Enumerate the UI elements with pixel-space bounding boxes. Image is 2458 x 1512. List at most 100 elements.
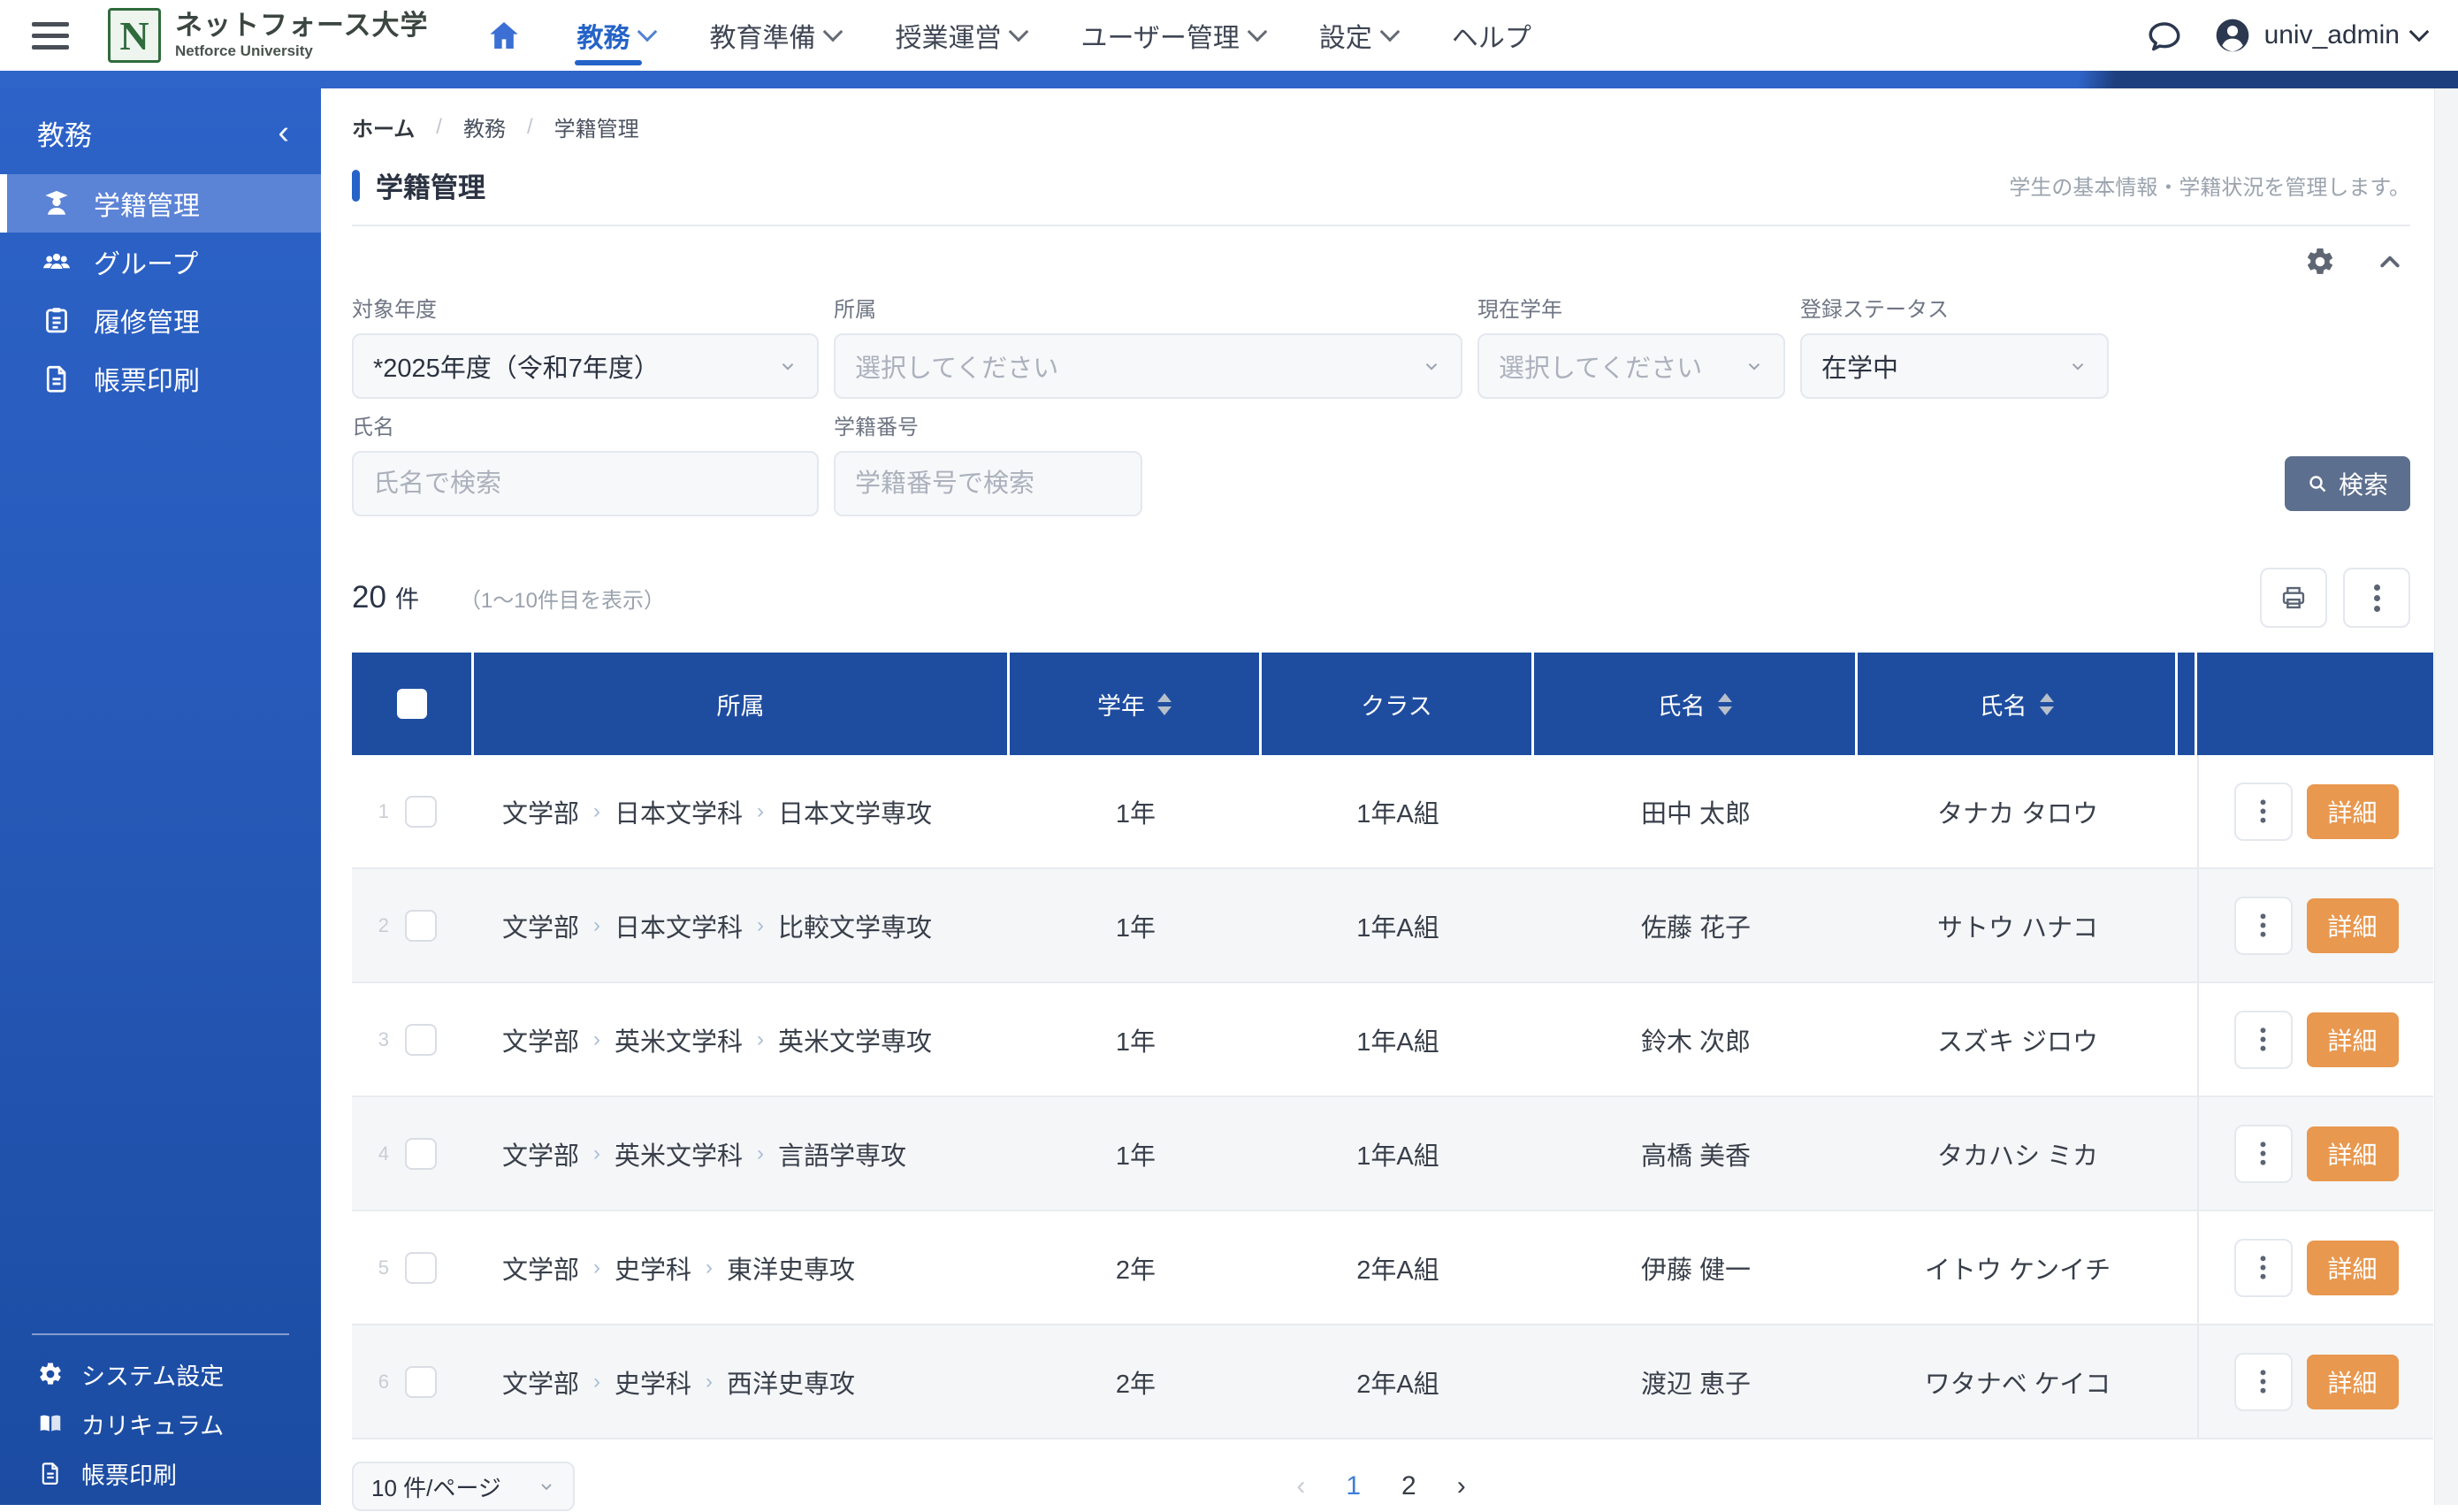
result-range-note: （1〜10件目を表示）	[460, 583, 665, 614]
sidebar-collapse-icon[interactable]: ‹	[278, 119, 289, 146]
detail-button[interactable]: 詳細	[2307, 784, 2399, 839]
status-select[interactable]: 在学中	[1800, 333, 2109, 399]
cell-name: 渡辺 恵子	[1534, 1325, 1858, 1438]
row-more-button[interactable]	[2234, 897, 2293, 955]
filter-label-year: 対象年度	[352, 292, 819, 323]
user-avatar-icon	[2213, 16, 2252, 55]
row-checkbox[interactable]	[405, 1138, 437, 1170]
row-number: 6	[359, 1371, 389, 1394]
filter-label-grade: 現在学年	[1477, 292, 1785, 323]
filter-label-affiliation: 所属	[834, 292, 1462, 323]
nav-item-user-kanri[interactable]: ユーザー管理	[1080, 0, 1263, 71]
sidebar-item-risyu-kanri[interactable]: 履修管理	[0, 291, 321, 349]
row-checkbox[interactable]	[405, 1252, 437, 1284]
year-select[interactable]: *2025年度（令和7年度）	[352, 333, 819, 399]
sidebar-item-chohyo-insatsu[interactable]: 帳票印刷	[0, 349, 321, 408]
row-more-button[interactable]	[2234, 783, 2293, 841]
cell-grade: 2年	[1010, 1325, 1262, 1438]
nav-item-kyoiku-junbi[interactable]: 教育準備	[709, 0, 840, 71]
cell-class: 1年A組	[1262, 869, 1534, 981]
grade-select[interactable]: 選択してください	[1477, 333, 1785, 399]
chevron-down-icon	[823, 22, 844, 42]
affiliation-separator: ›	[593, 913, 600, 938]
cell-name: 鈴木 次郎	[1534, 983, 1858, 1096]
row-checkbox[interactable]	[405, 1024, 437, 1056]
filter-settings-button[interactable]	[2304, 246, 2336, 278]
row-number: 4	[359, 1142, 389, 1165]
name-search-input[interactable]	[352, 451, 819, 516]
chevron-down-icon	[2409, 22, 2430, 42]
row-more-button[interactable]	[2234, 1011, 2293, 1069]
chat-icon[interactable]	[2146, 17, 2183, 54]
select-all-checkbox[interactable]	[397, 689, 427, 719]
affiliation-select[interactable]: 選択してください	[834, 333, 1462, 399]
pagination-next[interactable]: ›	[1457, 1471, 1466, 1501]
cell-class: 1年A組	[1262, 983, 1534, 1096]
user-menu[interactable]: univ_admin	[2213, 16, 2426, 55]
page-size-select[interactable]: 10 件/ページ	[352, 1462, 575, 1511]
kebab-icon	[2261, 809, 2266, 814]
scrollbar-track[interactable]	[2434, 88, 2458, 1505]
row-number: 2	[359, 914, 389, 937]
cell-affiliation: 文学部›史学科›東洋史専攻	[474, 1211, 1010, 1324]
cell-spacer	[2178, 755, 2197, 867]
detail-button[interactable]: 詳細	[2307, 898, 2399, 953]
row-checkbox[interactable]	[405, 1366, 437, 1398]
affiliation-separator: ›	[593, 1370, 600, 1394]
detail-button[interactable]: 詳細	[2307, 1241, 2399, 1295]
chevron-down-icon	[1744, 356, 1764, 376]
university-logo[interactable]: N ネットフォース大学 Netforce University	[108, 8, 428, 63]
row-more-button[interactable]	[2234, 1239, 2293, 1297]
header-cell-actions	[2197, 653, 2433, 755]
more-options-button[interactable]	[2343, 568, 2410, 628]
row-more-button[interactable]	[2234, 1125, 2293, 1183]
header-cell-grade[interactable]: 学年	[1010, 653, 1262, 755]
header-cell-kana[interactable]: 氏名	[1858, 653, 2178, 755]
sidebar-item-gakuseki-kanri[interactable]: 学籍管理	[0, 174, 321, 233]
breadcrumb-kyomu[interactable]: 教務	[463, 111, 506, 142]
row-more-button[interactable]	[2234, 1353, 2293, 1411]
nav-item-settei[interactable]: 設定	[1319, 0, 1397, 71]
cell-class: 1年A組	[1262, 755, 1534, 867]
detail-button[interactable]: 詳細	[2307, 1012, 2399, 1067]
sidebar-item-curriculum[interactable]: カリキュラム	[0, 1399, 321, 1448]
table-row: 2 文学部›日本文学科›比較文学専攻 1年 1年A組 佐藤 花子 サトウ ハナコ…	[352, 869, 2433, 983]
affiliation-part: 日本文学科	[614, 907, 743, 944]
breadcrumb-home[interactable]: ホーム	[352, 111, 415, 142]
print-button[interactable]	[2260, 568, 2327, 628]
row-checkbox[interactable]	[405, 910, 437, 942]
filter-collapse-button[interactable]	[2377, 248, 2403, 275]
affiliation-part: 英米文学科	[614, 1021, 743, 1058]
nav-item-jugyo-unei[interactable]: 授業運営	[895, 0, 1026, 71]
pagination-page-2[interactable]: 2	[1401, 1471, 1416, 1501]
cell-grade: 1年	[1010, 983, 1262, 1096]
title-accent-bar	[352, 170, 360, 202]
detail-button[interactable]: 詳細	[2307, 1355, 2399, 1409]
student-id-search-input[interactable]	[834, 451, 1142, 516]
home-nav-button[interactable]	[486, 18, 522, 53]
chevron-down-icon	[2068, 356, 2088, 376]
cell-kana: サトウ ハナコ	[1858, 869, 2178, 981]
pagination-prev[interactable]: ‹	[1296, 1471, 1305, 1501]
header-cell-name[interactable]: 氏名	[1534, 653, 1858, 755]
cell-class: 2年A組	[1262, 1325, 1534, 1438]
search-button[interactable]: 検索	[2285, 456, 2410, 511]
row-checkbox[interactable]	[405, 796, 437, 828]
cell-spacer	[2178, 869, 2197, 981]
affiliation-separator: ›	[757, 913, 764, 938]
cell-kana: スズキ ジロウ	[1858, 983, 2178, 1096]
table-row: 5 文学部›史学科›東洋史専攻 2年 2年A組 伊藤 健一 イトウ ケンイチ 詳…	[352, 1211, 2433, 1325]
sidebar-item-group[interactable]: グループ	[0, 233, 321, 291]
pagination-page-1[interactable]: 1	[1346, 1471, 1361, 1501]
row-number: 3	[359, 1028, 389, 1051]
sidebar-item-system-settei[interactable]: システム設定	[0, 1349, 321, 1399]
cell-grade: 1年	[1010, 869, 1262, 981]
nav-item-help[interactable]: ヘルプ	[1452, 0, 1531, 71]
affiliation-part: 日本文学科	[614, 793, 743, 830]
header-cell-spacer	[2178, 653, 2197, 755]
sidebar-item-chohyo-insatsu-footer[interactable]: 帳票印刷	[0, 1448, 321, 1498]
detail-button[interactable]: 詳細	[2307, 1126, 2399, 1181]
sidebar-divider	[32, 1333, 289, 1335]
hamburger-menu-icon[interactable]	[32, 22, 69, 50]
nav-item-kyomu[interactable]: 教務	[576, 0, 654, 71]
